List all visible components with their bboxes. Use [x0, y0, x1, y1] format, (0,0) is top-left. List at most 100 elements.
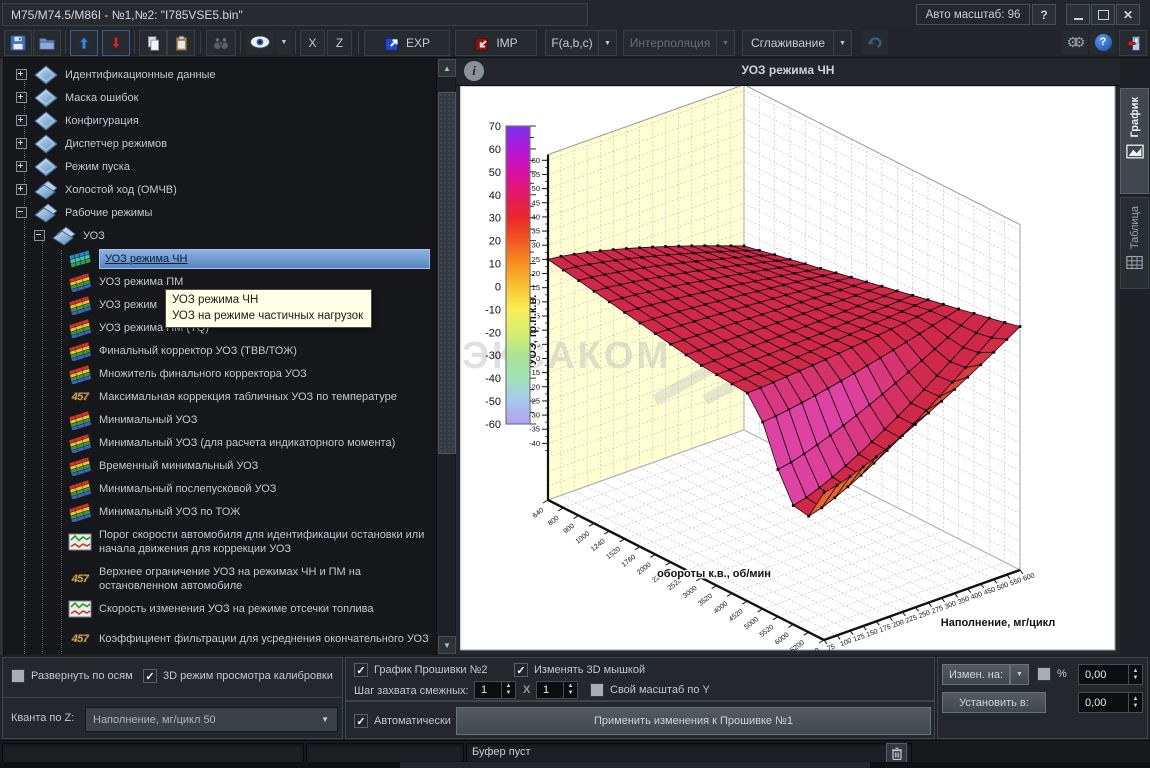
expand-plus-icon[interactable]	[16, 115, 27, 126]
kvanta-dropdown[interactable]: Наполнение, мг/цикл 50 ▼	[85, 707, 338, 732]
collapse-minus-icon[interactable]	[34, 230, 45, 241]
expand-plus-icon[interactable]	[16, 69, 27, 80]
titlebar-help-button[interactable]: ?	[1032, 4, 1056, 25]
spinner-arrows[interactable]: ▲▼	[501, 682, 515, 698]
tree-item[interactable]: Минимальный послепусковой УОЗ	[4, 477, 436, 500]
smoothing-dropdown[interactable]: ▼	[833, 30, 852, 56]
step-x-spinner[interactable]: 1 ▲▼	[474, 681, 516, 699]
scrollbar-thumb[interactable]	[438, 92, 456, 454]
tree-item-label: Максимальная коррекция табличных УОЗ по …	[99, 390, 397, 404]
tree-item[interactable]: 457Верхнее ограничение УОЗ на режимах ЧН…	[4, 560, 436, 597]
own-scale-checkbox[interactable]	[590, 683, 604, 697]
set-value-spinner[interactable]: 0,00 ▲▼	[1078, 692, 1143, 713]
change-value-spinner[interactable]: 0,00 ▲▼	[1078, 664, 1143, 685]
tree-item[interactable]: Идентификационные данные	[4, 63, 436, 86]
tree-item[interactable]: Конфигурация	[4, 109, 436, 132]
interpolation-button[interactable]: Интерполяция	[623, 30, 717, 56]
settings-button[interactable]: ⚙⚙	[1062, 30, 1088, 54]
search-button[interactable]	[206, 30, 236, 56]
change-by-dropdown[interactable]: ▼	[1010, 664, 1029, 685]
chart-tab-icon	[1126, 144, 1144, 159]
change-by-button[interactable]: Измен. на:	[942, 664, 1010, 685]
diamond-icon	[34, 157, 58, 177]
tree-item[interactable]: Минимальный УОЗ (для расчета индикаторно…	[4, 431, 436, 454]
maximize-button[interactable]	[1091, 4, 1115, 25]
expand-plus-icon[interactable]	[16, 184, 27, 195]
function-abc-dropdown[interactable]: ▼	[598, 30, 617, 56]
graph2-checkbox[interactable]: ✓	[354, 663, 368, 677]
tree-item[interactable]: Финальный корректор УОЗ (ТВВ/ТОЖ)	[4, 339, 436, 362]
expand-plus-icon[interactable]	[16, 138, 27, 149]
scroll-up-arrow[interactable]: ▲	[438, 59, 456, 77]
diamond-icon	[34, 111, 58, 131]
tree-item[interactable]: Множитель финального корректора УОЗ	[4, 362, 436, 385]
paste-button[interactable]	[167, 30, 195, 56]
tree-item[interactable]: УОЗ	[4, 224, 436, 247]
clear-buffer-button[interactable]	[886, 743, 907, 763]
mode3d-checkbox[interactable]: ✓	[143, 669, 157, 683]
tree-scrollbar[interactable]: ▲ ▼	[436, 58, 455, 655]
svg-text:30: 30	[489, 213, 501, 225]
tab-tablica[interactable]: Таблица	[1120, 197, 1149, 289]
percent-checkbox[interactable]	[1037, 667, 1051, 681]
tree-item[interactable]: 457 Максимальная коррекция табличных УОЗ …	[4, 385, 436, 408]
help-button[interactable]: ?	[1090, 30, 1116, 54]
collapse-minus-icon[interactable]	[16, 207, 27, 218]
exit-button[interactable]	[1119, 30, 1147, 56]
tree-item[interactable]: Маска ошибок	[4, 86, 436, 109]
smoothing-button[interactable]: Сглаживание	[742, 30, 834, 56]
interpolation-dropdown[interactable]: ▼	[716, 30, 735, 56]
tree-item[interactable]: Рабочие режимы	[4, 201, 436, 224]
tree-item-label: Коэффициент фильтрации для усреднения ок…	[99, 632, 429, 646]
load-to-ecu-button[interactable]	[70, 30, 98, 56]
apply-button[interactable]: Применить изменения к Прошивке №1	[456, 707, 931, 735]
import-button[interactable]: IMP	[455, 30, 537, 56]
expand-plus-icon[interactable]	[16, 161, 27, 172]
scroll-down-arrow[interactable]: ▼	[438, 636, 456, 654]
tree-item[interactable]: Временный минимальный УОЗ	[4, 454, 436, 477]
toolbar-separator	[358, 31, 359, 53]
scalar-457-icon: 457	[68, 391, 92, 403]
visibility-dropdown[interactable]: ▼	[276, 30, 292, 54]
tree-item[interactable]: Режим пуска	[4, 155, 436, 178]
function-abc-button[interactable]: F(a,b,c)	[545, 30, 599, 56]
surface-map-icon	[68, 249, 92, 269]
tree-item[interactable]: 457Коэффициент фильтрации для усреднения…	[4, 620, 436, 655]
read-from-ecu-button[interactable]	[102, 30, 130, 56]
tree-item[interactable]: Порог скорости автомобиля для идентифика…	[4, 523, 436, 560]
tree-item[interactable]: Скорость изменения УОЗ на режиме отсечки…	[4, 597, 436, 620]
spinner-arrows[interactable]: ▲▼	[1128, 665, 1142, 684]
diamond-icon	[34, 88, 58, 108]
tree-item[interactable]: Минимальный УОЗ	[4, 408, 436, 431]
open-folder-icon	[38, 34, 56, 52]
copy-button[interactable]	[139, 30, 167, 56]
svg-text:10: 10	[489, 259, 501, 271]
application-window: M75/M74.5/M86I - №1,№2: "I785VSE5.bin" А…	[0, 0, 1150, 768]
tab-grafik[interactable]: График	[1120, 88, 1149, 194]
expand-plus-icon[interactable]	[16, 92, 27, 103]
expand-axes-checkbox[interactable]	[11, 669, 25, 683]
spinner-arrows[interactable]: ▲▼	[1128, 693, 1142, 712]
set-to-button[interactable]: Установить в:	[942, 692, 1046, 713]
x-axis-button[interactable]: X	[300, 30, 325, 56]
mouse3d-checkbox[interactable]: ✓	[514, 663, 528, 677]
minimize-button[interactable]	[1066, 4, 1090, 25]
tree-item[interactable]: Минимальный УОЗ по ТОЖ	[4, 500, 436, 523]
close-button[interactable]: ✕	[1116, 4, 1140, 25]
visibility-button[interactable]	[246, 30, 274, 54]
save-button[interactable]	[4, 30, 32, 56]
tree-item[interactable]: Холостой ход (ОМЧВ)	[4, 178, 436, 201]
undo-button[interactable]	[862, 30, 888, 54]
surface-3d-chart[interactable]: ЭКСАКОМ605550454035302520151050-5-10-15-…	[460, 86, 1116, 651]
tree-item[interactable]: УОЗ режима ЧН	[4, 247, 436, 270]
expand-axes-label: Развернуть по осям	[31, 670, 133, 682]
open-button[interactable]	[33, 30, 61, 56]
z-axis-button[interactable]: Z	[327, 30, 352, 56]
export-button[interactable]: EXP	[364, 30, 450, 56]
auto-checkbox[interactable]: ✓	[354, 714, 368, 728]
spinner-arrows[interactable]: ▲▼	[563, 682, 577, 698]
tree-item[interactable]: Диспетчер режимов	[4, 132, 436, 155]
edit-value-group: Измен. на: ▼ % 0,00 ▲▼ Установить в: 0,0…	[937, 657, 1148, 739]
exit-door-icon	[1125, 35, 1142, 52]
step-y-spinner[interactable]: 1 ▲▼	[536, 681, 578, 699]
